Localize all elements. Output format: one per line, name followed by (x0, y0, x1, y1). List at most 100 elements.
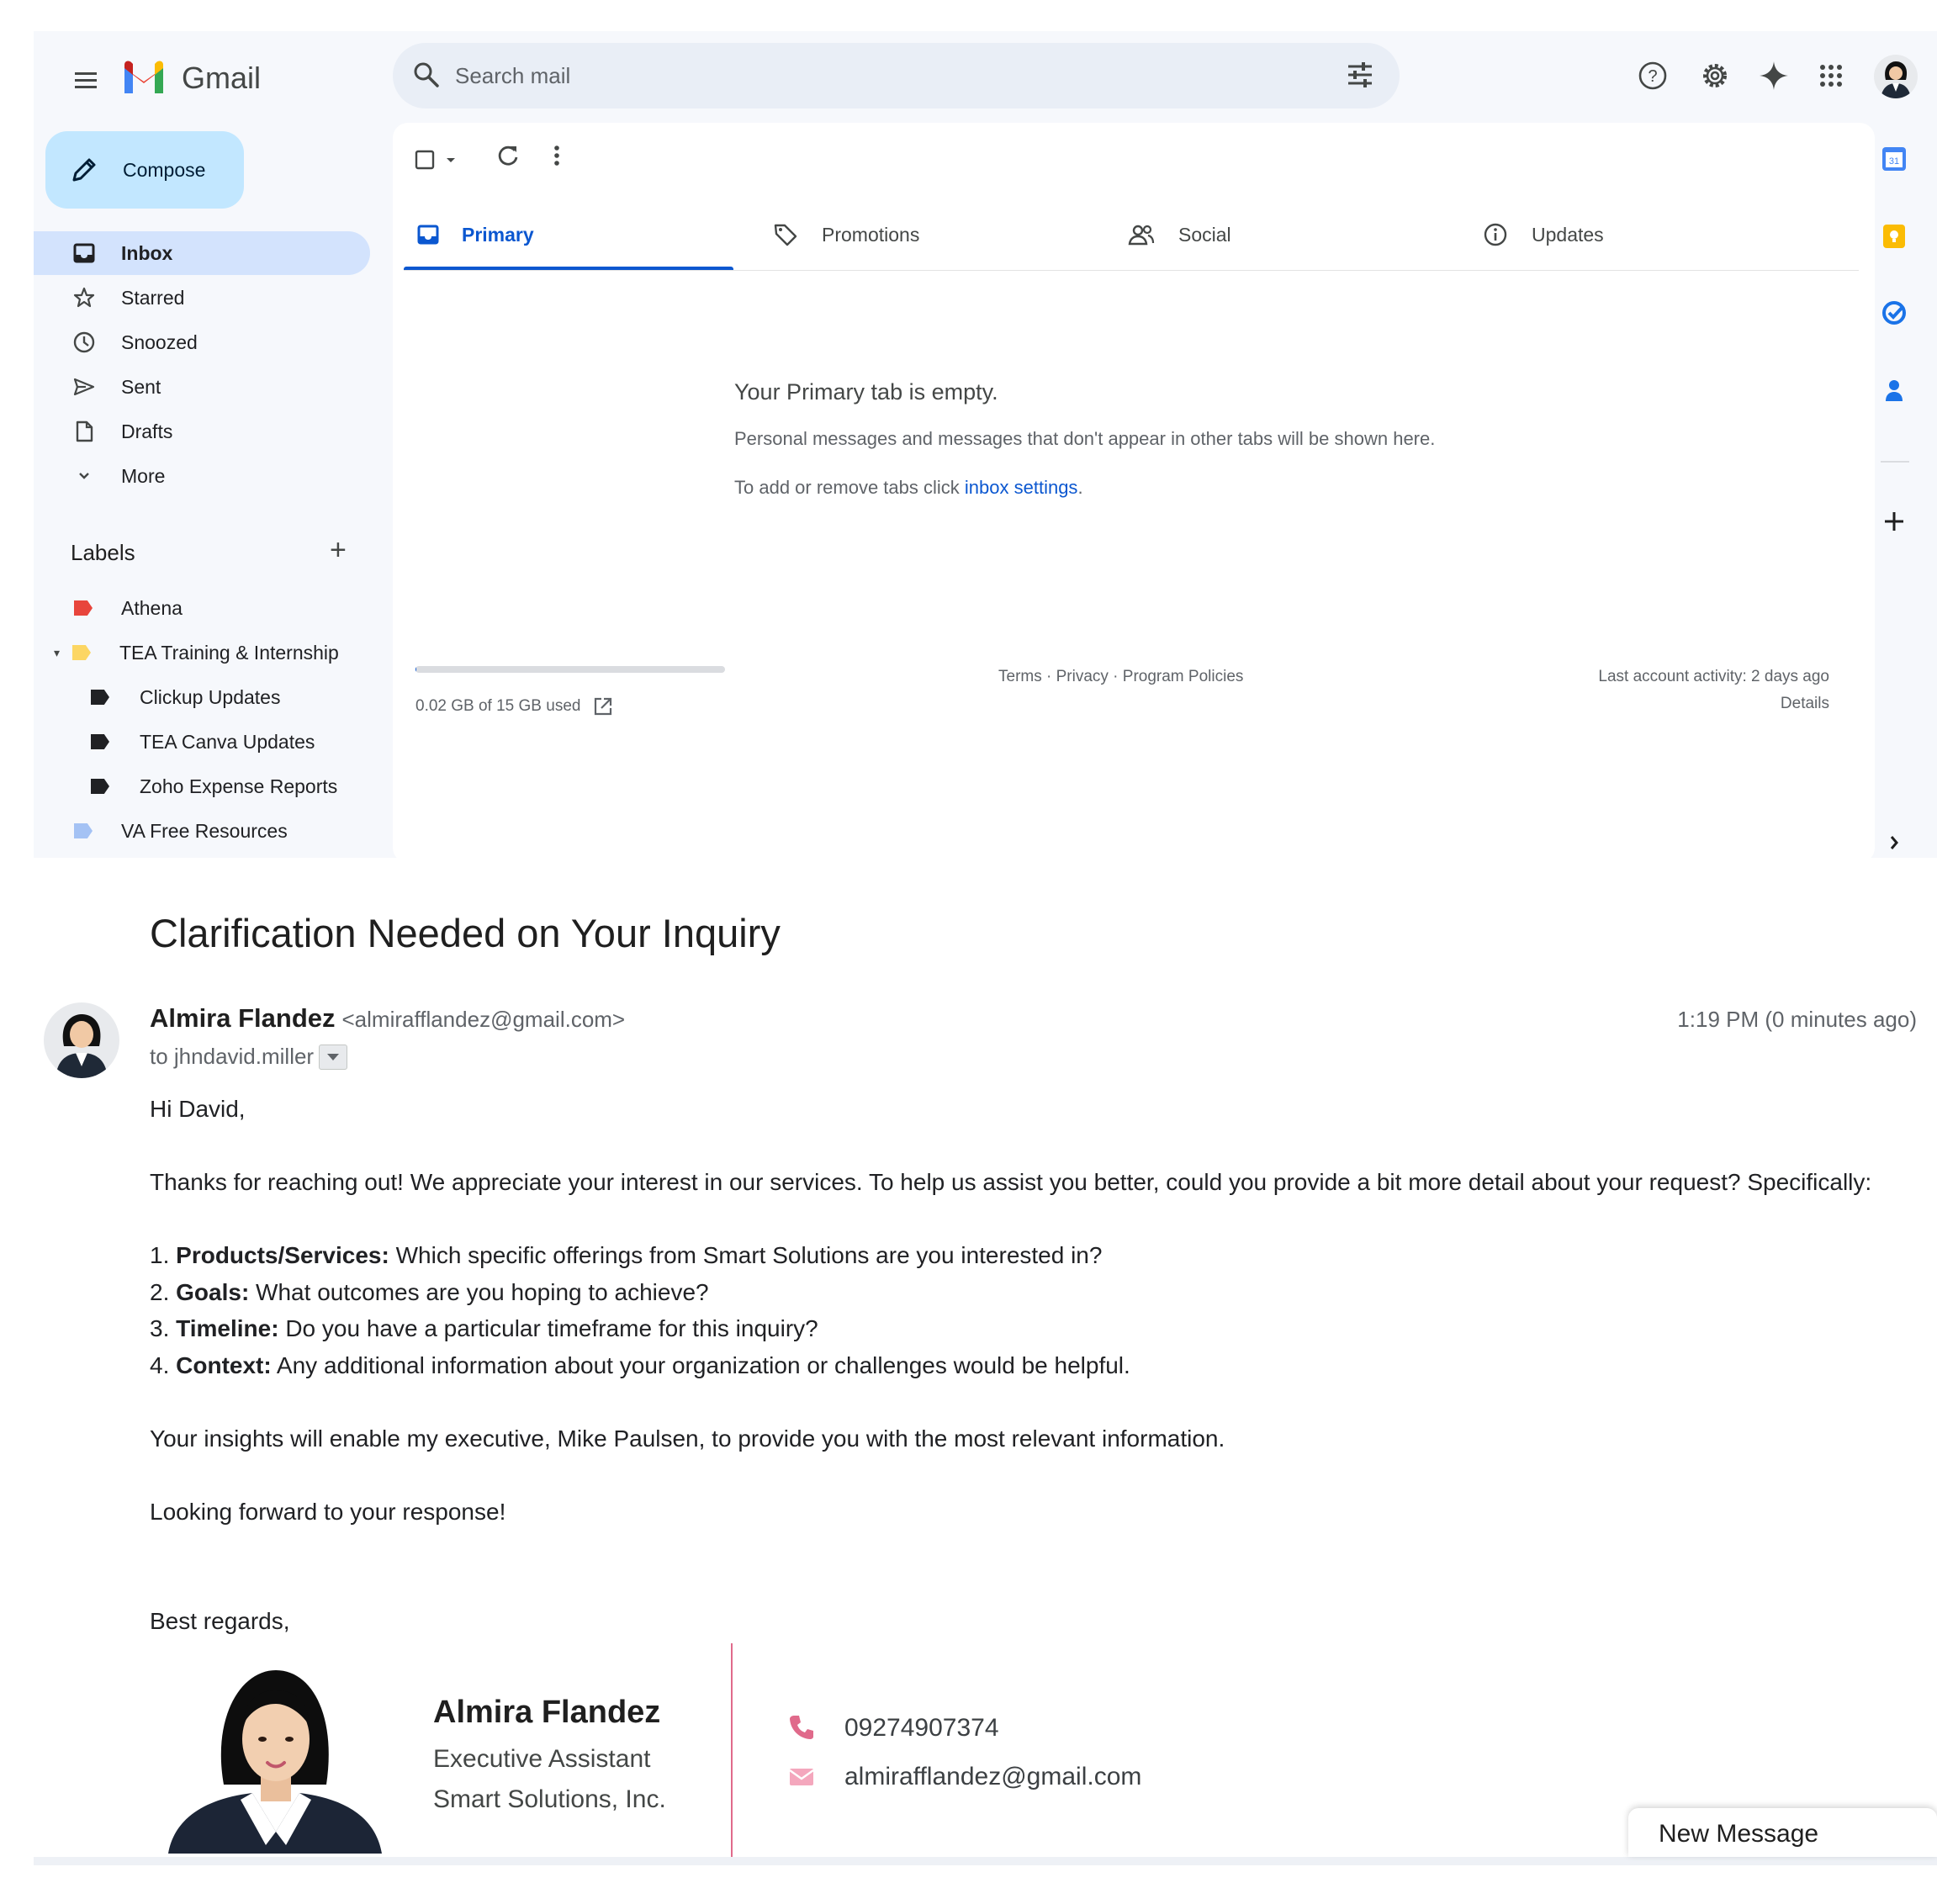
inbox-icon (73, 243, 95, 263)
star-icon (73, 287, 95, 308)
new-message-window[interactable]: New Message (1628, 1808, 1937, 1857)
people-icon (1128, 225, 1155, 246)
new-message-title[interactable]: New Message (1659, 1820, 1818, 1848)
storage-usage-bar (415, 666, 725, 673)
label-zoho-expense-reports[interactable]: Zoho Expense Reports (91, 764, 337, 808)
label-clickup-updates[interactable]: Clickup Updates (91, 675, 280, 719)
get-addons-button[interactable] (1880, 507, 1908, 536)
expand-caret-icon[interactable]: ▾ (54, 646, 72, 660)
sidebar-item-drafts[interactable]: Drafts (34, 410, 370, 453)
tasks-icon (1882, 301, 1906, 325)
label-athena[interactable]: Athena (74, 586, 183, 630)
label-tag-icon (74, 823, 93, 838)
svg-text:31: 31 (1889, 156, 1899, 167)
pencil-icon (72, 158, 96, 182)
email-subject: Clarification Needed on Your Inquiry (150, 911, 781, 955)
email-timestamp: 1:19 PM (0 minutes ago) (1677, 1007, 1917, 1032)
gmail-logo-icon[interactable] (121, 60, 167, 95)
sender-name: Almira Flandez (150, 1003, 336, 1033)
signature-divider (731, 1643, 733, 1857)
tab-promotions[interactable]: Promotions (773, 204, 919, 266)
email-list-item: 2. Goals: What outcomes are you hoping t… (150, 1279, 709, 1305)
sidebar-item-label: Sent (121, 375, 161, 398)
tab-label: Social (1178, 223, 1231, 246)
calendar-app-button[interactable]: 31 (1880, 145, 1908, 173)
tag-icon (774, 224, 797, 246)
refresh-icon (498, 145, 518, 166)
sidebar-item-more[interactable]: More (34, 454, 370, 498)
sender-avatar[interactable] (44, 1002, 119, 1078)
tab-primary[interactable]: Primary (416, 204, 534, 266)
sidebar-item-sent[interactable]: Sent (34, 365, 370, 409)
help-button[interactable]: ? (1633, 56, 1672, 95)
storage-usage: 0.02 GB of 15 GB used (415, 695, 614, 717)
sender-email: <almirafflandez@gmail.com> (341, 1007, 626, 1032)
gemini-button[interactable] (1754, 56, 1793, 95)
inbox-tab-icon (417, 225, 439, 245)
tasks-app-button[interactable] (1880, 299, 1908, 327)
sender[interactable]: Almira Flandez <almirafflandez@gmail.com> (150, 1003, 625, 1034)
account-avatar[interactable] (1874, 55, 1918, 98)
search-icon[interactable] (411, 60, 442, 90)
signature-role: Executive Assistant (433, 1745, 651, 1773)
apps-button[interactable] (1812, 56, 1850, 95)
gear-icon (1703, 64, 1727, 87)
refresh-button[interactable] (494, 141, 522, 170)
tab-label: Promotions (822, 223, 920, 246)
recipient-details-button[interactable] (319, 1044, 348, 1070)
last-account-activity: Last account activity: 2 days ago (1598, 668, 1829, 685)
signature-phone[interactable]: 09274907374 (844, 1714, 999, 1743)
tab-label: Updates (1532, 223, 1604, 246)
svg-text:?: ? (1648, 67, 1657, 86)
email-list-item: 1. Products/Services: Which specific off… (150, 1242, 1103, 1268)
sidebar-item-label: More (121, 464, 166, 487)
main-menu-button[interactable] (69, 63, 103, 97)
label-tea-training[interactable]: ▾ TEA Training & Internship (54, 631, 339, 674)
email-list-item: 3. Timeline: Do you have a particular ti… (150, 1315, 818, 1341)
label-name: Zoho Expense Reports (140, 775, 338, 797)
checkbox-icon (415, 150, 455, 170)
inbox-settings-link[interactable]: inbox settings (965, 477, 1078, 498)
storage-usage-text: 0.02 GB of 15 GB used (415, 697, 581, 715)
sidebar-item-starred[interactable]: Starred (34, 276, 370, 320)
send-icon (73, 378, 95, 396)
add-label-button[interactable]: + (330, 536, 347, 564)
open-external-icon[interactable] (592, 695, 614, 717)
label-name: VA Free Resources (121, 819, 288, 842)
sidebar-item-label: Snoozed (121, 331, 198, 353)
help-icon: ? (1638, 61, 1667, 90)
label-tea-canva-updates[interactable]: TEA Canva Updates (91, 720, 315, 764)
avatar-icon (56, 1014, 108, 1078)
email-insights: Your insights will enable my executive, … (150, 1425, 1225, 1452)
search-input[interactable] (453, 55, 1298, 97)
avatar-icon (1881, 61, 1911, 98)
tab-updates[interactable]: Updates (1483, 204, 1604, 266)
label-name: Athena (121, 596, 183, 619)
label-va-free-resources[interactable]: VA Free Resources (74, 809, 288, 853)
activity-details-link[interactable]: Details (1781, 695, 1829, 713)
keep-app-button[interactable] (1880, 222, 1908, 251)
search-options-icon[interactable] (1343, 58, 1377, 92)
plus-icon (1885, 512, 1903, 531)
chevron-right-icon (1890, 836, 1898, 849)
compose-button[interactable]: Compose (45, 131, 244, 209)
sidebar-item-label: Starred (121, 286, 185, 309)
settings-button[interactable] (1696, 56, 1734, 95)
more-options-button[interactable] (542, 141, 571, 170)
sidebar-item-snoozed[interactable]: Snoozed (34, 320, 370, 364)
signature-email[interactable]: almirafflandez@gmail.com (844, 1763, 1141, 1791)
bottom-bar (34, 1857, 1937, 1865)
sidebar-item-label: Inbox (121, 241, 173, 264)
settings-hint-suffix: . (1077, 477, 1083, 498)
contacts-app-button[interactable] (1880, 376, 1908, 405)
email-greeting: Hi David, (150, 1096, 246, 1122)
show-side-panel-button[interactable] (1880, 828, 1908, 857)
search-bar[interactable] (393, 43, 1400, 108)
sidebar-item-inbox[interactable]: Inbox (34, 231, 370, 275)
email-closing: Looking forward to your response! (150, 1499, 506, 1525)
select-checkbox[interactable] (413, 140, 465, 180)
tab-social[interactable]: Social (1128, 204, 1231, 266)
footer-links[interactable]: Terms · Privacy · Program Policies (998, 668, 1243, 686)
label-tag-icon (91, 734, 109, 749)
hamburger-icon (75, 72, 97, 88)
